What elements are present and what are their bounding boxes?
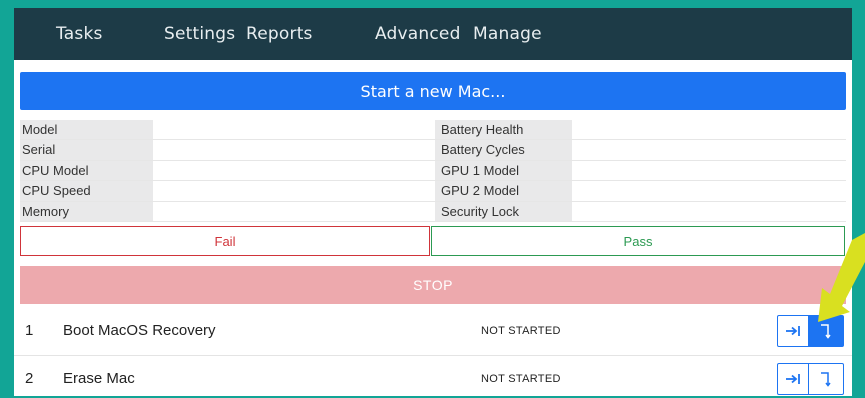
info-row-cpu-speed: CPU Speed GPU 2 Model <box>20 181 846 202</box>
info-value-model <box>153 120 435 140</box>
start-new-mac-button[interactable]: Start a new Mac... <box>20 72 846 110</box>
machine-info-table: Model Battery Health Serial Battery Cycl… <box>20 120 846 222</box>
nav-tab-advanced[interactable]: Advanced <box>375 24 461 44</box>
info-label-cpu-model: CPU Model <box>20 160 153 181</box>
skip-to-end-icon <box>786 326 800 336</box>
info-row-serial: Serial Battery Cycles <box>20 140 846 161</box>
nav-tab-reports[interactable]: Reports <box>246 24 313 44</box>
pass-button[interactable]: Pass <box>431 226 845 256</box>
info-value-cpu-speed <box>153 181 435 201</box>
task-number: 2 <box>25 370 34 387</box>
top-navigation-bar: Tasks Settings Reports Advanced Manage <box>14 8 852 60</box>
info-row-cpu-model: CPU Model GPU 1 Model <box>20 160 846 182</box>
info-label-model: Model <box>20 120 153 140</box>
nav-tab-manage[interactable]: Manage <box>473 24 542 44</box>
task-status: NOT STARTED <box>481 325 561 337</box>
app-window: Tasks Settings Reports Advanced Manage S… <box>14 8 852 396</box>
info-label-battery-health: Battery Health <box>435 120 572 140</box>
task-status: NOT STARTED <box>481 373 561 385</box>
info-value-gpu-2-model <box>572 181 846 201</box>
info-value-gpu-1-model <box>572 160 846 181</box>
step-task-button[interactable] <box>809 363 844 395</box>
run-task-button[interactable] <box>777 315 809 347</box>
step-task-button[interactable] <box>809 315 844 347</box>
task-number: 1 <box>25 322 34 339</box>
task-row: 2 Erase Mac NOT STARTED <box>14 356 852 396</box>
info-value-battery-health <box>572 120 846 140</box>
fail-button[interactable]: Fail <box>20 226 430 256</box>
info-label-memory: Memory <box>20 201 153 221</box>
info-value-memory <box>153 201 435 221</box>
info-value-security-lock <box>572 201 846 221</box>
info-label-gpu-2-model: GPU 2 Model <box>435 181 572 201</box>
task-action-buttons <box>777 363 844 395</box>
task-action-buttons <box>777 315 844 347</box>
info-label-cpu-speed: CPU Speed <box>20 181 153 201</box>
step-down-icon <box>821 324 831 339</box>
skip-to-end-icon <box>786 374 800 384</box>
info-label-gpu-1-model: GPU 1 Model <box>435 160 572 181</box>
info-label-serial: Serial <box>20 140 153 160</box>
nav-tab-tasks[interactable]: Tasks <box>56 24 103 44</box>
task-row: 1 Boot MacOS Recovery NOT STARTED <box>14 308 852 356</box>
info-row-model: Model Battery Health <box>20 120 846 141</box>
step-down-icon <box>821 372 831 387</box>
info-label-battery-cycles: Battery Cycles <box>435 140 572 160</box>
nav-tab-settings[interactable]: Settings <box>164 24 235 44</box>
info-value-battery-cycles <box>572 140 846 160</box>
run-task-button[interactable] <box>777 363 809 395</box>
info-value-cpu-model <box>153 160 435 181</box>
task-name: Erase Mac <box>63 370 135 387</box>
info-label-security-lock: Security Lock <box>435 201 572 221</box>
task-name: Boot MacOS Recovery <box>63 322 216 339</box>
info-row-memory: Memory Security Lock <box>20 201 846 222</box>
info-value-serial <box>153 140 435 160</box>
stop-button[interactable]: STOP <box>20 266 846 304</box>
